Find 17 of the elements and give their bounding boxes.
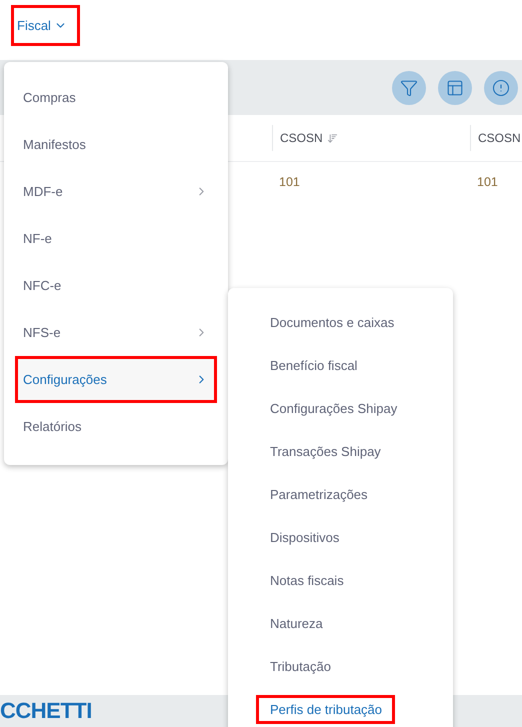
- logo: CCHETTI: [0, 698, 92, 724]
- menu-item[interactable]: Configurações: [15, 356, 217, 403]
- filter-button[interactable]: [392, 70, 426, 104]
- alert-icon: [492, 78, 510, 96]
- column-label: CSOSN: [478, 131, 521, 145]
- table-cell: 101: [279, 175, 300, 189]
- layout-icon: [446, 78, 464, 96]
- layout-button[interactable]: [438, 70, 472, 104]
- column-header[interactable]: CSOSN: [470, 125, 522, 151]
- sort-icon[interactable]: [326, 132, 338, 144]
- column-header[interactable]: CSOSN: [272, 125, 470, 151]
- filter-icon: [400, 78, 418, 96]
- column-label: CSOSN: [280, 131, 323, 145]
- info-button[interactable]: [484, 70, 518, 104]
- table-cell: 101: [477, 175, 498, 189]
- fiscal-menu-button[interactable]: Fiscal: [11, 5, 80, 46]
- submenu-item[interactable]: Perfis de tributação: [256, 695, 396, 724]
